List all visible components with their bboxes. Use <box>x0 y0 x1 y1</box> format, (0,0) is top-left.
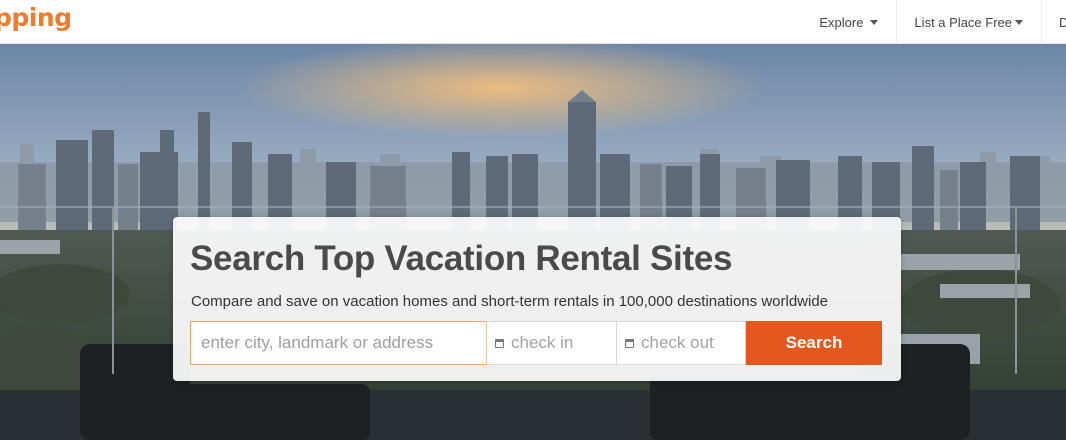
nav-explore-label: Explore <box>819 14 864 30</box>
checkin-placeholder: check in <box>511 333 574 352</box>
checkout-field[interactable]: check out <box>617 321 746 365</box>
chevron-down-icon <box>1015 19 1023 25</box>
location-field[interactable] <box>190 321 487 365</box>
search-panel: Search Top Vacation Rental Sites Compare… <box>173 217 901 381</box>
nav-truncated-label: De <box>1059 15 1066 30</box>
tagline: Compare and save on vacation homes and s… <box>191 293 829 310</box>
search-form: check in check out Search <box>190 321 882 365</box>
calendar-icon <box>495 338 504 348</box>
chevron-down-icon <box>870 19 879 25</box>
search-button[interactable]: Search <box>746 321 882 365</box>
top-navigation: pping Explore List a Place Free De <box>0 0 1066 44</box>
location-input[interactable] <box>191 322 486 364</box>
checkin-field[interactable]: check in <box>487 321 617 365</box>
calendar-icon <box>625 338 634 348</box>
nav-explore[interactable]: Explore <box>802 0 896 44</box>
checkout-placeholder: check out <box>641 333 714 352</box>
nav-menu: Explore List a Place Free De <box>802 0 1066 44</box>
nav-list-a-place-label: List a Place Free <box>914 14 1012 30</box>
nav-item-truncated[interactable]: De <box>1041 0 1066 44</box>
site-logo[interactable]: pping <box>0 3 72 32</box>
page-title: Search Top Vacation Rental Sites <box>190 239 733 278</box>
nav-list-a-place[interactable]: List a Place Free <box>896 0 1041 44</box>
